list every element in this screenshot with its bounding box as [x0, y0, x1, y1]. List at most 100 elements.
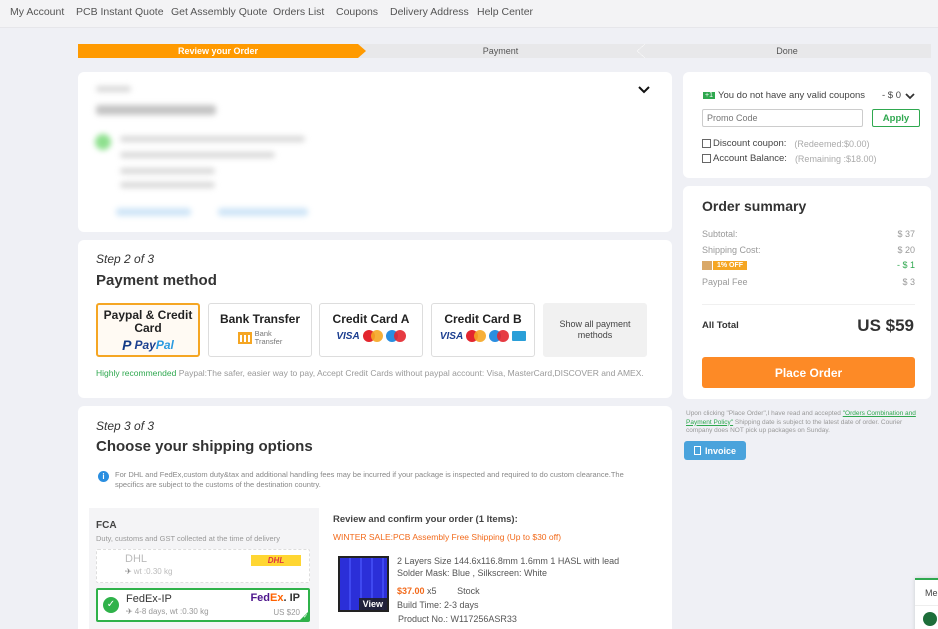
payment-option-paypal[interactable]: Paypal & Credit Card P PayPal — [96, 303, 200, 357]
discount-row: 1% OFF - $ 1 — [702, 260, 915, 270]
mastercard-icon — [362, 330, 383, 342]
discount-coupon-label: Discount coupon: — [713, 138, 787, 149]
payment-step-label: Step 2 of 3 — [96, 252, 155, 266]
chevron-down-icon[interactable] — [638, 84, 650, 96]
order-summary-card: Order summary Subtotal: $ 37 Shipping Co… — [683, 186, 931, 399]
nav-coupons[interactable]: Coupons — [336, 6, 378, 18]
bank-icon: Bank Transfer — [209, 330, 311, 346]
discount-coupon-checkbox[interactable] — [702, 139, 711, 148]
total-value: US $59 — [857, 316, 914, 335]
place-order-button[interactable]: Place Order — [702, 357, 915, 388]
view-button[interactable]: View — [358, 598, 387, 610]
payment-option-bank-transfer[interactable]: Bank Transfer Bank Transfer — [208, 303, 312, 357]
show-all-label: Show all payment methods — [559, 319, 631, 340]
paypal-fee-row: Paypal Fee $ 3 — [702, 277, 915, 287]
order-summary-title: Order summary — [702, 198, 807, 214]
shipping-option-dhl[interactable]: DHL ✈ wt :0.30 kg DHL — [96, 549, 310, 583]
recommended-label: Highly recommended — [96, 368, 177, 378]
fedex-logo-text: Fed — [250, 592, 271, 604]
coupon-card: +1 You do not have any valid coupons - $… — [683, 72, 931, 178]
coupon-row: +1 You do not have any valid coupons - $… — [703, 90, 915, 101]
document-icon — [693, 446, 701, 455]
mastercard-icon — [466, 330, 487, 342]
pcb-thumbnail[interactable]: View — [338, 556, 389, 612]
product-price: $37.00 — [397, 586, 425, 596]
paypal-fee-label: Paypal Fee — [702, 277, 748, 287]
step-done: Done — [776, 46, 798, 56]
payment-option-title: Bank Transfer — [219, 312, 301, 326]
blurred-link[interactable] — [218, 208, 308, 216]
promo-code-input[interactable] — [702, 109, 863, 127]
nav-delivery-address[interactable]: Delivery Address — [390, 6, 469, 18]
blurred-step-label — [96, 86, 131, 92]
fca-subtitle: Duty, customs and GST collected at the t… — [96, 534, 280, 543]
subtotal-value: $ 37 — [897, 229, 915, 239]
terms-text: Upon clicking "Place Order",I have read … — [686, 410, 926, 436]
fedex-logo-text: . IP — [283, 592, 300, 604]
product-price-row: $37.00 x5 Stock — [397, 586, 480, 596]
account-balance-row: Account Balance: (Remaining :$18.00) — [702, 153, 876, 164]
payment-note: Highly recommended Paypal:The safer, eas… — [96, 368, 644, 378]
total-label: All Total — [702, 320, 739, 331]
winter-sale-promo: WINTER SALE:PCB Assembly Free Shipping (… — [333, 532, 562, 542]
shipping-title: Choose your shipping options — [96, 438, 313, 455]
discount-badge: 1% OFF — [702, 260, 748, 270]
nav-my-account[interactable]: My Account — [10, 6, 64, 18]
subtotal-row: Subtotal: $ 37 — [702, 229, 915, 239]
blurred-address-line — [120, 152, 275, 158]
nav-get-assembly-quote[interactable]: Get Assembly Quote — [171, 6, 267, 18]
product-build-time: Build Time: 2-3 days — [397, 600, 479, 610]
shipping-option-price: US $20 — [273, 608, 300, 617]
shipping-option-detail: 4-8 days, wt :0.30 kg — [134, 607, 209, 616]
shipping-cost-label: Shipping Cost: — [702, 245, 761, 255]
apply-button[interactable]: Apply — [872, 109, 920, 127]
cb-card-icon — [512, 331, 527, 341]
shipping-option-fedex-ip[interactable]: ✓ FedEx-IP ✈ 4-8 days, wt :0.30 kg FedEx.… — [96, 588, 310, 622]
subtotal-label: Subtotal: — [702, 229, 738, 239]
discount-tag-icon — [702, 260, 712, 270]
chat-divider — [915, 605, 938, 606]
shipping-option-name: DHL — [125, 553, 148, 565]
maestro-icon — [489, 330, 510, 342]
payment-note-text: Paypal:The safer, easier way to pay, Acc… — [176, 368, 644, 378]
chat-avatar — [923, 612, 937, 626]
shipping-option-detail: wt :0.30 kg — [133, 567, 173, 576]
blurred-link[interactable] — [116, 208, 191, 216]
chat-widget[interactable]: Me — [915, 578, 938, 629]
blurred-address-line — [120, 136, 305, 142]
account-balance-checkbox[interactable] — [702, 154, 711, 163]
shipping-option-name: FedEx-IP — [126, 593, 172, 605]
nav-pcb-instant-quote[interactable]: PCB Instant Quote — [76, 6, 164, 18]
checkout-progress: Review your Order Payment Done — [78, 44, 931, 58]
coupon-message: You do not have any valid coupons — [718, 90, 866, 101]
shipping-options-card: Step 3 of 3 Choose your shipping options… — [78, 406, 672, 629]
paypal-fee-value: $ 3 — [902, 277, 915, 287]
bank-building-icon — [237, 332, 252, 344]
step-review-order: Review your Order — [78, 44, 366, 58]
paypal-logo-text: Pay — [134, 338, 156, 352]
product-quantity: x5 — [427, 586, 437, 596]
discount-coupon-note: (Redeemed:$0.00) — [794, 138, 870, 149]
nav-orders-list[interactable]: Orders List — [273, 6, 324, 18]
shipping-step-label: Step 3 of 3 — [96, 419, 155, 433]
chevron-down-icon[interactable] — [905, 92, 915, 100]
product-spec-line: Solder Mask: Blue , Silkscreen: White — [397, 568, 548, 578]
blurred-address-line — [120, 168, 215, 174]
fedex-logo: FedEx. IP — [250, 592, 300, 604]
payment-option-title: Credit Card B — [444, 312, 522, 326]
nav-help-center[interactable]: Help Center — [477, 6, 533, 18]
payment-option-credit-card-a[interactable]: Credit Card A VISA — [319, 303, 423, 357]
blurred-address-line — [120, 182, 215, 188]
payment-option-title: Paypal & Credit Card — [103, 308, 193, 335]
info-icon: i — [98, 471, 109, 482]
product-number: Product No.: W117256ASR33 — [398, 614, 517, 624]
visa-icon: VISA — [336, 330, 360, 342]
chat-label: Me — [925, 588, 938, 598]
payment-option-credit-card-b[interactable]: Credit Card B VISA — [431, 303, 535, 357]
invoice-button[interactable]: Invoice — [684, 441, 746, 460]
shipping-cost-value: $ 20 — [897, 245, 915, 255]
step-payment: Payment — [358, 44, 645, 58]
account-balance-note: (Remaining :$18.00) — [794, 153, 877, 164]
fca-shipping-group: FCA Duty, customs and GST collected at t… — [89, 508, 319, 629]
show-all-payment-methods-button[interactable]: Show all payment methods — [543, 303, 647, 357]
